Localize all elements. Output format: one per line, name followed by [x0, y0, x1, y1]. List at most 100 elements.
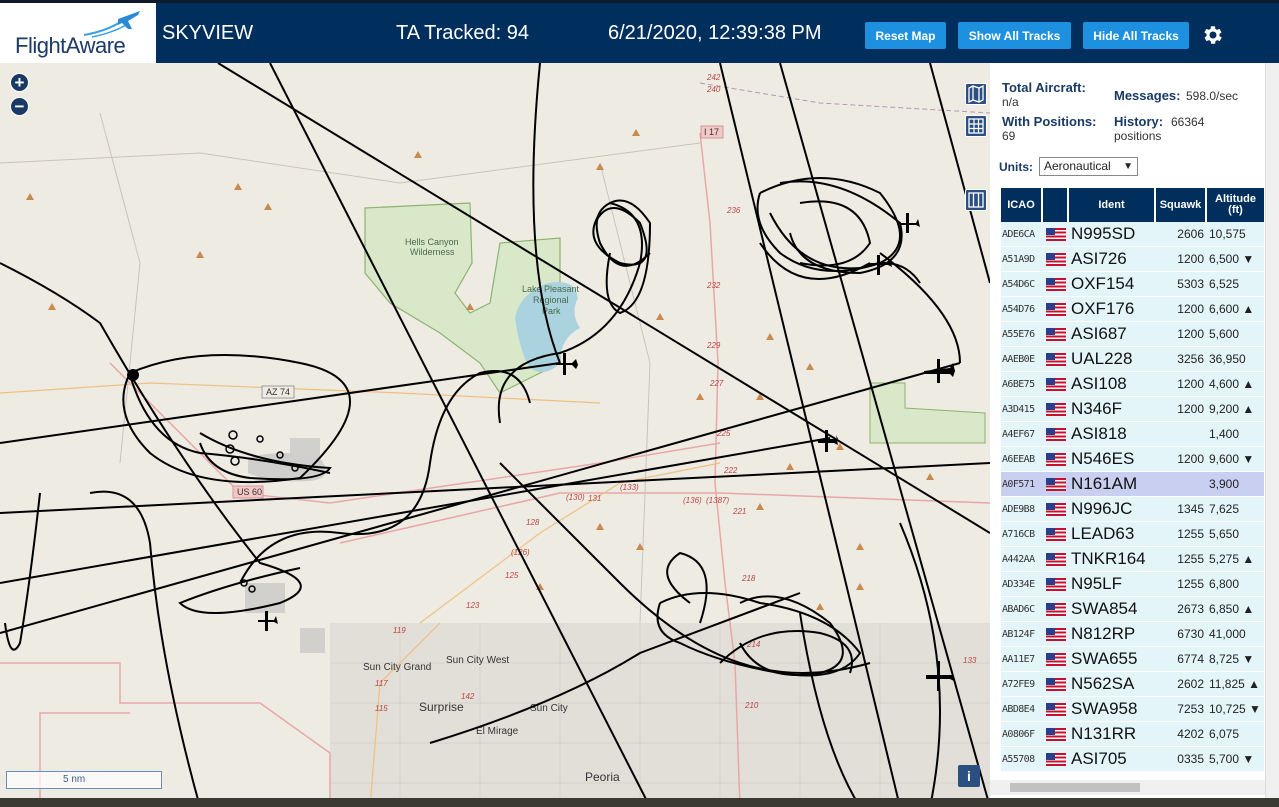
map-scale-bar: 5 nm — [6, 771, 162, 789]
cell-squawk: 1345 — [1177, 502, 1204, 516]
us-flag-icon — [1046, 377, 1066, 391]
us-flag-icon — [1046, 427, 1066, 441]
cell-squawk: 1255 — [1177, 527, 1204, 541]
cell-altitude: 11,825 ▲ — [1207, 677, 1264, 691]
table-row[interactable]: AAEB0E UAL228 3256 36,950 — [1001, 347, 1264, 372]
map-label-route: 117 — [375, 679, 388, 688]
cell-icao: A51A9D — [1002, 253, 1035, 265]
total-aircraft-label: Total Aircraft: — [1002, 80, 1086, 95]
col-flag[interactable] — [1043, 188, 1069, 222]
reset-map-button[interactable]: Reset Map — [865, 22, 946, 49]
cell-squawk: 0335 — [1177, 752, 1204, 766]
cell-squawk: 1200 — [1177, 327, 1204, 341]
map-label-route: 232 — [706, 281, 721, 290]
table-row[interactable]: A54D6C OXF154 5303 6,525 — [1001, 272, 1264, 297]
table-row[interactable]: AB124F N812RP 6730 41,000 — [1001, 622, 1264, 647]
table-row[interactable]: A4EF67 ASI818 1,400 — [1001, 422, 1264, 447]
table-row[interactable]: ADE9B8 N996JC 1345 7,625 — [1001, 497, 1264, 522]
table-row[interactable]: A716CB LEAD63 1255 5,650 — [1001, 522, 1264, 547]
table-horizontal-scrollbar[interactable] — [990, 780, 1265, 795]
map-layers-icon[interactable] — [965, 83, 987, 105]
cell-squawk: 7253 — [1177, 702, 1204, 716]
altitude-trend-icon: ▼ — [1242, 652, 1255, 666]
clock-time: 6/21/2020, 12:39:38 PM — [608, 22, 822, 44]
flightaware-logo[interactable]: FlightAware — [0, 3, 156, 63]
table-row[interactable]: A51A9D ASI726 1200 6,500 ▼ — [1001, 247, 1264, 272]
info-button[interactable]: i — [958, 765, 980, 787]
cell-ident: ASI726 — [1071, 249, 1127, 268]
cell-altitude: 5,700 ▼ — [1207, 752, 1264, 766]
table-row[interactable]: ABAD6C SWA854 2673 6,850 ▲ — [1001, 597, 1264, 622]
table-row[interactable]: A442AA TNKR164 1255 5,275 ▲ — [1001, 547, 1264, 572]
us-flag-icon — [1046, 727, 1066, 741]
table-row[interactable]: ABD8E4 SWA958 7253 10,725 ▼ — [1001, 697, 1264, 722]
cell-flag — [1043, 352, 1069, 366]
map-label-route: (130) — [566, 493, 585, 502]
units-select[interactable]: Aeronautical ▼ — [1039, 157, 1138, 176]
table-row[interactable]: A6EEAB N546ES 1200 9,600 ▼ — [1001, 447, 1264, 472]
table-row[interactable]: AD334E N95LF 1255 6,800 — [1001, 572, 1264, 597]
table-row[interactable]: A54D76 OXF176 1200 6,600 ▲ — [1001, 297, 1264, 322]
cell-altitude: 6,850 ▲ — [1207, 602, 1264, 616]
gear-icon[interactable] — [1200, 23, 1224, 47]
grid-icon[interactable] — [965, 115, 987, 137]
altitude-trend-icon: ▲ — [1242, 602, 1255, 616]
cell-squawk: 4202 — [1177, 727, 1204, 741]
col-altitude[interactable]: Altitude (ft) — [1207, 188, 1264, 222]
table-row[interactable]: A55E76 ASI687 1200 5,600 — [1001, 322, 1264, 347]
us-flag-icon — [1046, 752, 1066, 766]
us-flag-icon — [1046, 602, 1066, 616]
cell-flag — [1043, 577, 1069, 591]
cell-squawk: 6730 — [1177, 627, 1204, 641]
cell-altitude: 9,600 ▼ — [1207, 452, 1264, 466]
map-label-route: 236 — [726, 206, 741, 215]
altitude-trend-icon: ▲ — [1242, 302, 1255, 316]
cell-icao: AA11E7 — [1002, 653, 1035, 665]
us-flag-icon — [1046, 302, 1066, 316]
cell-icao: ABAD6C — [1002, 603, 1035, 615]
show-all-tracks-button[interactable]: Show All Tracks — [958, 22, 1071, 49]
col-ident[interactable]: Ident — [1069, 188, 1156, 222]
cell-altitude: 6,600 ▲ — [1207, 302, 1264, 316]
cell-ident: SWA854 — [1071, 599, 1138, 618]
table-row[interactable]: A0F571 N161AM 3,900 — [1001, 472, 1264, 497]
table-row[interactable]: A72FE9 N562SA 2602 11,825 ▲ — [1001, 672, 1264, 697]
zoom-out-button[interactable]: − — [10, 97, 29, 116]
cell-altitude: 6,075 — [1207, 727, 1264, 741]
table-row[interactable]: A0806F N131RR 4202 6,075 — [1001, 722, 1264, 747]
table-row[interactable]: A3D415 N346F 1200 9,200 ▲ — [1001, 397, 1264, 422]
cell-altitude: 6,525 — [1207, 277, 1264, 291]
cell-ident: OXF176 — [1071, 299, 1135, 318]
cell-ident: SWA958 — [1071, 699, 1138, 718]
col-icao[interactable]: ICAO — [1001, 188, 1043, 222]
table-row[interactable]: A6BE75 ASI108 1200 4,600 ▲ — [1001, 372, 1264, 397]
us-flag-icon — [1046, 402, 1066, 416]
us-flag-icon — [1046, 652, 1066, 666]
map-view[interactable]: Hells Canyon Wilderness Lake Pleasant Re… — [0, 63, 990, 807]
map-label-route: 222 — [723, 466, 738, 475]
map-canvas[interactable]: Hells Canyon Wilderness Lake Pleasant Re… — [0, 63, 990, 807]
table-row[interactable]: ADE6CA N995SD 2606 10,575 — [1001, 222, 1264, 247]
cell-altitude: 8,725 ▼ — [1207, 652, 1264, 666]
cell-squawk: 1200 — [1177, 452, 1204, 466]
columns-icon[interactable] — [965, 189, 987, 211]
cell-flag — [1043, 327, 1069, 341]
top-header: FlightAware SKYVIEW TA Tracked: 94 6/21/… — [0, 0, 1279, 63]
table-row[interactable]: AA11E7 SWA655 6774 8,725 ▼ — [1001, 647, 1264, 672]
table-row[interactable]: A55708 ASI705 0335 5,700 ▼ — [1001, 747, 1264, 772]
cell-altitude: 5,275 ▲ — [1207, 552, 1264, 566]
map-label-route: (136) — [683, 496, 702, 505]
sidebar-scrollbar[interactable] — [1265, 63, 1279, 798]
messages-label: Messages: — [1114, 88, 1181, 103]
bottom-edge — [0, 798, 1279, 807]
zoom-in-button[interactable]: + — [10, 73, 29, 92]
map-label-wilderness: Wilderness — [410, 247, 455, 257]
scrollbar-thumb[interactable] — [1010, 783, 1140, 792]
aircraft-marker[interactable] — [127, 369, 139, 381]
hide-all-tracks-button[interactable]: Hide All Tracks — [1083, 22, 1189, 49]
table-body: ADE6CA N995SD 2606 10,575 A51A9D ASI726 1200 6… — [1001, 222, 1264, 772]
cell-icao: A54D6C — [1002, 278, 1035, 290]
cell-icao: AD334E — [1002, 578, 1035, 590]
cell-icao: A4EF67 — [1002, 428, 1035, 440]
col-squawk[interactable]: Squawk — [1156, 188, 1207, 222]
